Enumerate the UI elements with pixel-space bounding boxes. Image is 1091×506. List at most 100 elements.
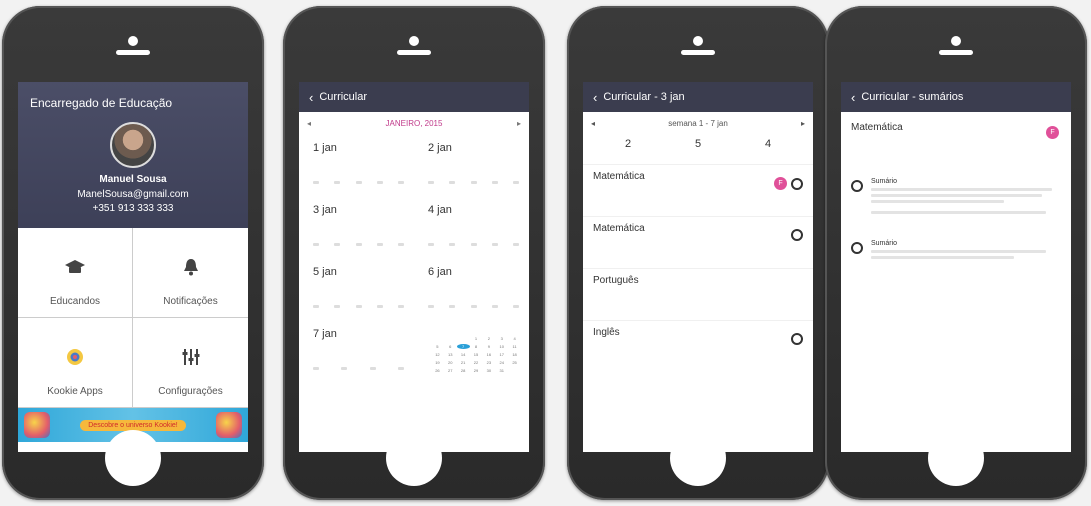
mini-cal-day[interactable]: 8: [470, 344, 483, 349]
page-title: Encarregado de Educação: [30, 96, 173, 110]
summary-item[interactable]: Sumário: [841, 240, 1071, 259]
week-label: semana 1 - 7 jan: [668, 118, 728, 128]
mini-cal-day[interactable]: 5: [431, 344, 444, 349]
mini-cal-day[interactable]: 3: [495, 336, 508, 341]
mini-cal-day[interactable]: 31: [495, 368, 508, 373]
tile-configuracoes[interactable]: Configurações: [133, 318, 248, 408]
day-events: [313, 181, 404, 184]
week-stats: 2 5 4: [583, 134, 813, 150]
banner-cta[interactable]: Descobre o universo Kookie!: [80, 419, 186, 431]
mini-cal-day[interactable]: 28: [457, 368, 470, 373]
day-cell[interactable]: 3 jan: [299, 196, 414, 258]
day-events: [313, 243, 404, 246]
stat-value: 2: [624, 138, 632, 150]
next-month-icon[interactable]: ▸: [517, 119, 521, 128]
mini-cal-day[interactable]: 10: [495, 344, 508, 349]
page-title: Curricular - sumários: [861, 91, 964, 103]
back-chevron-icon[interactable]: ‹: [593, 90, 597, 105]
list-item[interactable]: Português: [583, 268, 813, 320]
speaker-slot: [681, 50, 715, 55]
mini-cal-day[interactable]: 2: [482, 336, 495, 341]
next-week-icon[interactable]: ▸: [801, 119, 805, 128]
profile-header: Encarregado de Educação Manuel Sousa Man…: [18, 82, 248, 228]
text-line: [871, 200, 1004, 203]
day-cell[interactable]: 6 jan: [414, 258, 529, 320]
list-item[interactable]: Matemática F: [583, 164, 813, 216]
tile-educandos[interactable]: Educandos: [18, 228, 133, 318]
mini-cal-day[interactable]: 9: [482, 344, 495, 349]
home-button[interactable]: [928, 430, 984, 486]
page-title: Curricular - 3 jan: [603, 91, 685, 103]
text-line: [871, 194, 1042, 197]
mini-cal-day[interactable]: 23: [482, 360, 495, 365]
mini-calendar[interactable]: 1 2 3 4 5 6 7 8 9 10 11 12 13 14 15 16 17 18 19 20 21 22 23 24 2…: [431, 336, 521, 373]
day-events: [428, 305, 519, 308]
prev-week-icon[interactable]: ◂: [591, 119, 595, 128]
circle-toggle-icon[interactable]: [851, 242, 863, 254]
mini-cal-day[interactable]: 6: [444, 344, 457, 349]
mini-cal-day[interactable]: 14: [457, 352, 470, 357]
back-chevron-icon[interactable]: ‹: [309, 90, 313, 105]
day-cell[interactable]: 4 jan: [414, 196, 529, 258]
mini-cal-day[interactable]: 12: [431, 352, 444, 357]
prev-month-icon[interactable]: ◂: [307, 119, 311, 128]
camera-dot: [409, 36, 419, 46]
summary-item[interactable]: Sumário: [841, 178, 1071, 214]
mini-cal-day[interactable]: 15: [470, 352, 483, 357]
tile-notificacoes[interactable]: Notificações: [133, 228, 248, 318]
mini-cal-day[interactable]: 16: [482, 352, 495, 357]
circle-toggle-icon[interactable]: [851, 180, 863, 192]
day-label: 1 jan: [313, 142, 337, 154]
summary-body: Sumário: [871, 240, 1061, 259]
back-chevron-icon[interactable]: ‹: [851, 90, 855, 105]
tile-kookie-apps[interactable]: Kookie Apps: [18, 318, 133, 408]
list-item[interactable]: Matemática: [583, 216, 813, 268]
circle-toggle-icon[interactable]: [791, 229, 803, 241]
mini-cal-day[interactable]: 21: [457, 360, 470, 365]
mini-cal-day[interactable]: 22: [470, 360, 483, 365]
camera-dot: [693, 36, 703, 46]
home-button[interactable]: [670, 430, 726, 486]
subject-name: Matemática: [851, 122, 903, 133]
user-phone: +351 913 333 333: [92, 203, 174, 214]
day-cell[interactable]: 1 jan: [299, 134, 414, 196]
phone-frame-4: ‹ Curricular - sumários Matemática F Sum…: [825, 6, 1087, 500]
home-button[interactable]: [386, 430, 442, 486]
mini-cal-day[interactable]: 4: [508, 336, 521, 341]
mini-cal-day[interactable]: 29: [470, 368, 483, 373]
day-label: 4 jan: [428, 204, 452, 216]
status-badge[interactable]: F: [1046, 126, 1059, 139]
day-cell[interactable]: 2 jan: [414, 134, 529, 196]
month-nav: ◂ JANEIRO, 2015 ▸: [299, 112, 529, 134]
mini-cal-day[interactable]: 24: [495, 360, 508, 365]
subject-name: Inglês: [593, 327, 620, 338]
subject-list: Matemática F Matemática Português Inglês: [583, 164, 813, 372]
status-badge[interactable]: F: [774, 177, 787, 190]
phone-frame-3: ‹ Curricular - 3 jan ◂ semana 1 - 7 jan …: [567, 6, 829, 500]
home-button[interactable]: [105, 430, 161, 486]
mini-cal-day[interactable]: 13: [444, 352, 457, 357]
mini-cal-day[interactable]: 17: [495, 352, 508, 357]
speaker-slot: [939, 50, 973, 55]
list-item[interactable]: Inglês: [583, 320, 813, 372]
mini-cal-day[interactable]: 18: [508, 352, 521, 357]
text-line: [871, 250, 1046, 253]
mini-cal-day[interactable]: 19: [431, 360, 444, 365]
mini-cal-day[interactable]: 1: [470, 336, 483, 341]
stat-item: 4: [765, 138, 771, 150]
circle-toggle-icon[interactable]: [791, 177, 803, 190]
mini-cal-day[interactable]: 26: [431, 368, 444, 373]
circle-toggle-icon[interactable]: [791, 333, 803, 345]
bell-icon: [179, 258, 203, 276]
mini-cal-day[interactable]: 7: [456, 344, 470, 349]
mini-cal-day[interactable]: 11: [508, 344, 521, 349]
mini-cal-day[interactable]: 20: [444, 360, 457, 365]
mini-cal-day[interactable]: 27: [444, 368, 457, 373]
mini-cal-day[interactable]: 30: [482, 368, 495, 373]
mini-cal-day[interactable]: 25: [508, 360, 521, 365]
avatar[interactable]: [110, 122, 156, 168]
summary-title: Sumário: [871, 178, 898, 185]
item-actions: [791, 333, 803, 345]
day-cell[interactable]: 7 jan: [299, 320, 414, 382]
day-cell[interactable]: 5 jan: [299, 258, 414, 320]
